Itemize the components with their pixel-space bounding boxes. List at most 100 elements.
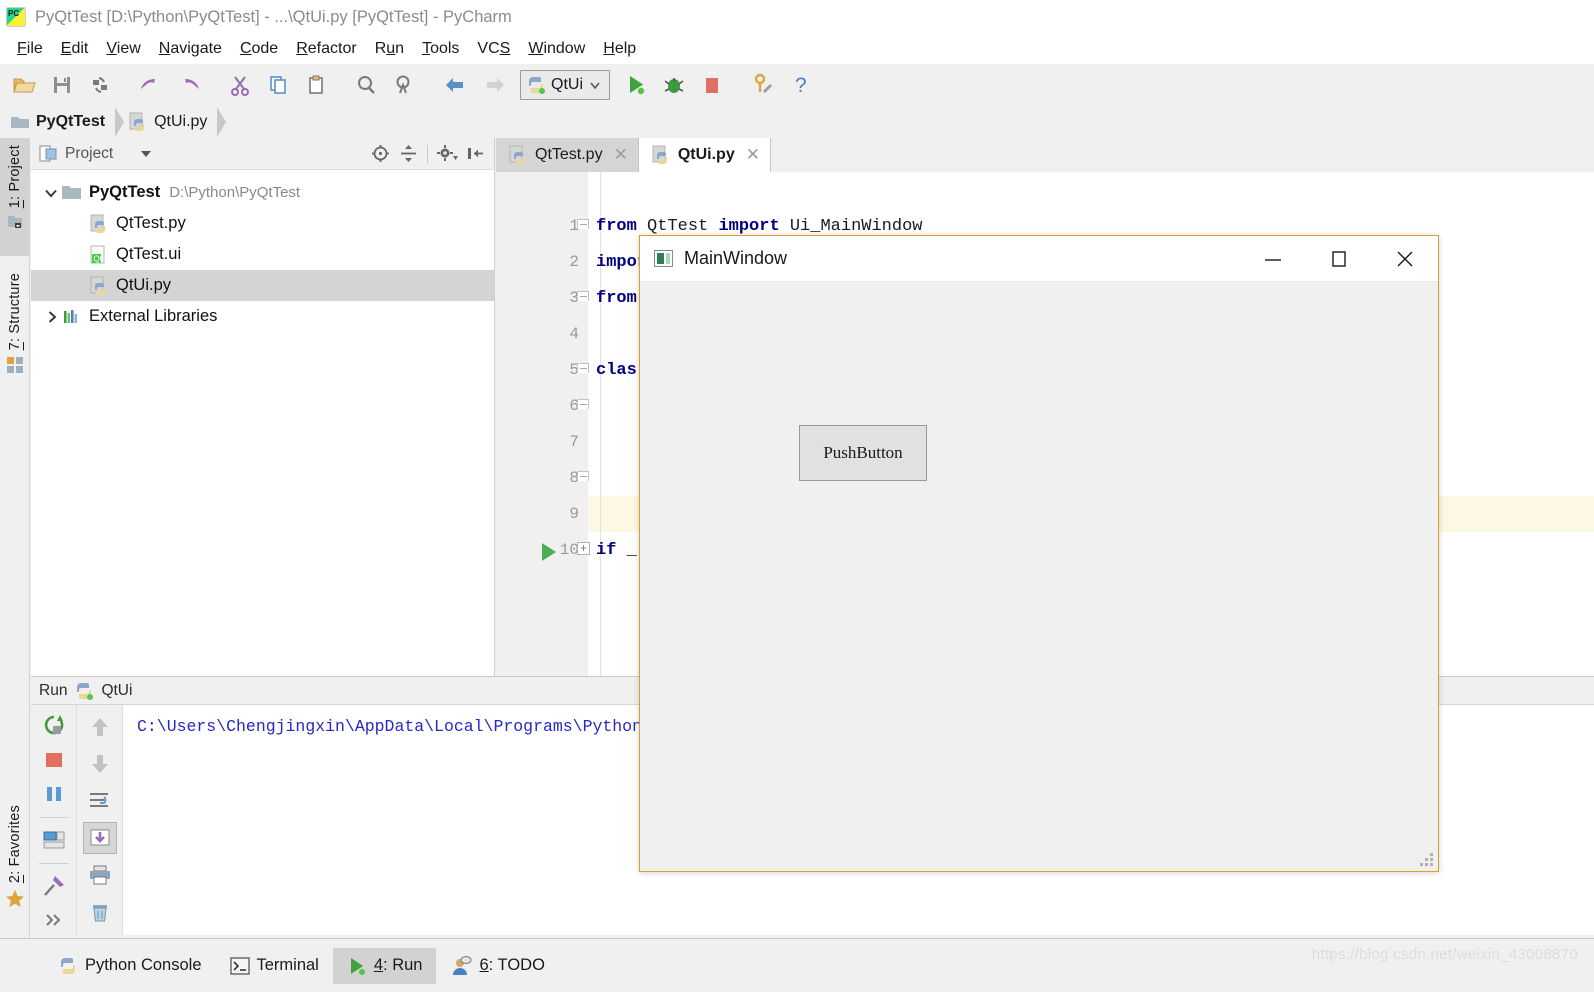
project-view-dropdown-icon[interactable] — [141, 150, 152, 157]
menu-view[interactable]: View — [97, 38, 149, 60]
more-icon[interactable] — [37, 906, 71, 935]
locate-icon[interactable] — [367, 141, 393, 167]
close-icon[interactable]: ✕ — [746, 145, 760, 165]
code-token: QtTest — [636, 216, 719, 236]
fold-expand-icon[interactable]: + — [577, 542, 590, 555]
paste-icon[interactable] — [298, 68, 334, 102]
window-title: PyQtTest [D:\Python\PyQtTest] - ...\QtUi… — [35, 7, 512, 26]
debug-button[interactable] — [656, 68, 692, 102]
scroll-down-icon[interactable] — [83, 748, 117, 780]
menu-tools[interactable]: Tools — [413, 38, 468, 60]
fold-marker-icon[interactable] — [577, 291, 589, 301]
tree-node-external-libraries[interactable]: External Libraries — [31, 301, 494, 332]
replace-icon[interactable] — [387, 68, 423, 102]
close-icon[interactable]: ✕ — [614, 145, 628, 165]
menu-code[interactable]: Code — [231, 38, 287, 60]
expand-arrow-icon[interactable] — [41, 186, 61, 200]
soft-wrap-icon[interactable] — [83, 785, 117, 817]
status-terminal[interactable]: Terminal — [216, 948, 333, 984]
collapse-all-icon[interactable] — [395, 141, 421, 167]
save-all-icon[interactable] — [44, 68, 80, 102]
resize-grip-icon[interactable] — [1420, 853, 1433, 866]
sidebar-tab-favorites[interactable]: 2: Favorites — [0, 798, 30, 938]
open-folder-icon[interactable] — [6, 68, 42, 102]
breadcrumb-file-label: QtUi.py — [154, 113, 208, 130]
status-run[interactable]: 4: Run — [332, 947, 437, 984]
status-python-console[interactable]: Python Console — [44, 948, 216, 984]
project-icon — [7, 216, 22, 229]
push-button[interactable]: PushButton — [799, 425, 927, 481]
scroll-to-end-icon[interactable] — [82, 822, 117, 854]
fold-marker-icon[interactable] — [577, 471, 589, 481]
tree-node-qtui-py[interactable]: QtUi.py — [31, 270, 494, 301]
breadcrumb-file[interactable]: QtUi.py — [128, 112, 211, 132]
fold-marker-icon[interactable] — [577, 363, 589, 373]
maximize-icon[interactable] — [1306, 237, 1372, 281]
status-item-label: Python Console — [85, 956, 202, 974]
tab-qtui-py[interactable]: QtUi.py ✕ — [638, 138, 771, 172]
breadcrumb-project[interactable]: PyQtTest — [10, 113, 109, 131]
stop-button[interactable] — [694, 68, 730, 102]
fold-marker-icon[interactable] — [577, 219, 589, 229]
redo-icon[interactable] — [171, 68, 207, 102]
sidebar-tab-project-label: 1: Project — [7, 145, 23, 209]
tree-node-qttest-ui[interactable]: Qt QtTest.ui — [31, 239, 494, 270]
menu-navigate[interactable]: Navigate — [150, 38, 231, 60]
cut-icon[interactable] — [222, 68, 258, 102]
settings-gear-icon[interactable] — [434, 141, 460, 167]
close-icon[interactable] — [1372, 237, 1438, 281]
stop-icon[interactable] — [37, 745, 71, 774]
menu-window[interactable]: Window — [519, 38, 594, 60]
hide-panel-icon[interactable] — [462, 141, 488, 167]
rerun-icon[interactable] — [37, 711, 71, 740]
pin-icon[interactable] — [37, 872, 71, 901]
scroll-up-icon[interactable] — [83, 711, 117, 743]
status-todo[interactable]: 6: TODO — [436, 948, 558, 984]
sidebar-tab-structure[interactable]: 7: Structure — [0, 266, 30, 398]
menu-help[interactable]: Help — [594, 38, 645, 60]
python-file-icon — [509, 145, 524, 164]
star-icon — [6, 890, 24, 908]
tab-qttest-py[interactable]: QtTest.py ✕ — [496, 138, 639, 172]
forward-icon[interactable] — [476, 68, 512, 102]
run-console-toolbar — [77, 705, 123, 935]
project-panel-title: Project — [65, 144, 114, 162]
tree-node-pyqttest[interactable]: PyQtTest D:\Python\PyQtTest — [31, 177, 494, 208]
menu-edit[interactable]: Edit — [52, 38, 98, 60]
menu-vcs[interactable]: VCS — [468, 38, 519, 60]
trash-icon[interactable] — [83, 896, 117, 928]
copy-icon[interactable] — [260, 68, 296, 102]
tree-node-qttest-py[interactable]: QtTest.py — [31, 208, 494, 239]
print-icon[interactable] — [83, 859, 117, 891]
qt-window-body: PushButton — [640, 282, 1438, 871]
qt-main-window[interactable]: MainWindow PushButton — [639, 235, 1439, 872]
run-line-marker-icon[interactable] — [542, 543, 556, 561]
help-button[interactable]: ? — [783, 68, 819, 102]
code-token: Ui_MainWindow — [779, 216, 923, 236]
find-icon[interactable] — [349, 68, 385, 102]
status-item-mnemonic: 6 — [479, 956, 489, 974]
qt-window-titlebar: MainWindow — [640, 236, 1438, 282]
python-file-icon — [90, 276, 105, 295]
menu-refactor[interactable]: Refactor — [287, 38, 365, 60]
pause-icon[interactable] — [37, 779, 71, 808]
tree-node-label: QtTest.ui — [116, 245, 182, 263]
minimize-icon[interactable] — [1240, 237, 1306, 281]
qt-app-icon — [654, 250, 673, 267]
run-configuration-selector[interactable]: QtUi — [520, 70, 610, 100]
undo-icon[interactable] — [133, 68, 169, 102]
status-item-text: : Run — [383, 956, 423, 974]
settings-button[interactable] — [745, 68, 781, 102]
back-icon[interactable] — [438, 68, 474, 102]
collapse-arrow-icon[interactable] — [42, 310, 62, 324]
sidebar-tab-project[interactable]: 1: Project — [0, 138, 30, 256]
menu-file[interactable]: File — [8, 38, 52, 60]
layout-icon[interactable] — [37, 826, 71, 855]
toolbar-separator — [38, 862, 69, 864]
sync-icon[interactable] — [82, 68, 118, 102]
run-button[interactable] — [618, 68, 654, 102]
fold-marker-icon[interactable] — [577, 399, 589, 409]
menu-run[interactable]: Run — [366, 38, 413, 60]
python-console-icon — [61, 957, 75, 974]
toolbar-separator — [38, 816, 69, 818]
